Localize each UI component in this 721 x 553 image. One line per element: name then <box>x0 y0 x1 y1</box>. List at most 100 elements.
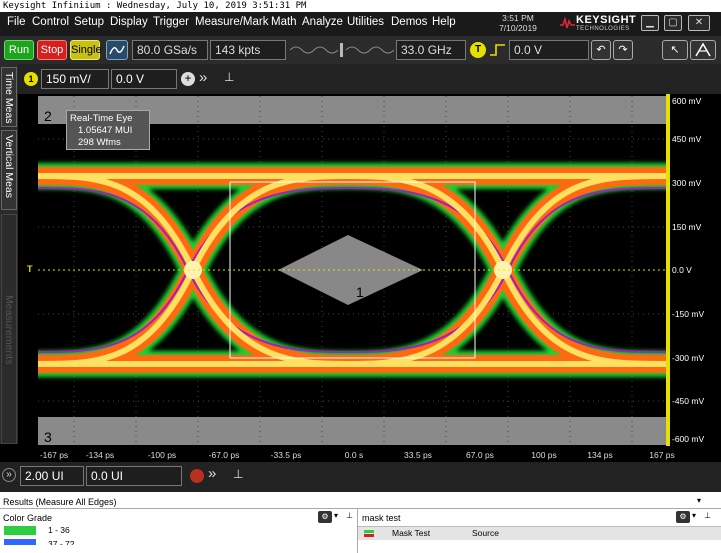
menu-help[interactable]: Help <box>432 16 456 28</box>
color-grade-dropdown-icon[interactable]: ▾ <box>334 511 338 520</box>
bandwidth-field[interactable]: 33.0 GHz <box>396 40 466 60</box>
autoscale-icon <box>109 45 125 55</box>
x-tick: -167 ps <box>39 450 69 460</box>
run-button[interactable]: Run <box>4 40 34 60</box>
timebase-position-field[interactable]: 0.0 UI <box>86 466 182 486</box>
window-title: Keysight Infiniium : Wednesday, July 10,… <box>0 0 721 12</box>
redo-button[interactable]: ↷ <box>613 40 633 60</box>
undo-icon: ↶ <box>596 44 606 56</box>
y-tick: 0.0 V <box>672 265 692 275</box>
timebase-scale-field[interactable]: 2.00 UI <box>20 466 84 486</box>
timebase-expand-icon[interactable]: » <box>2 468 16 482</box>
x-tick: 100 ps <box>531 450 557 460</box>
y-tick: 150 mV <box>672 222 702 232</box>
x-tick: 67.0 ps <box>466 450 494 460</box>
touch-button[interactable] <box>690 40 716 60</box>
tab-measurements[interactable]: Measurements <box>1 214 17 444</box>
timebase-chevron-icon[interactable]: » <box>208 465 216 482</box>
touch-gesture-icon <box>695 42 711 57</box>
minimize-icon: ▁ <box>646 17 654 28</box>
eye-info-title: Real-Time Eye <box>70 113 133 124</box>
x-tick: -134 ps <box>85 450 115 460</box>
color-grade-settings-icon[interactable]: ⚙ <box>318 511 332 523</box>
menu-file[interactable]: File <box>7 16 26 28</box>
results-divider <box>0 508 721 509</box>
clock-date: 7/10/2019 <box>499 23 537 33</box>
results-collapse-icon[interactable]: ▾ <box>692 495 706 507</box>
color-grade-title: Color Grade <box>3 513 53 523</box>
autoscale-button[interactable] <box>106 40 128 60</box>
mask-region-bottom <box>38 417 666 445</box>
eye-info-box: Real-Time Eye 1.05647 MUI 298 Wfms <box>66 110 150 150</box>
clock: 3:51 PM 7/10/2019 <box>488 13 548 33</box>
mask-test-pin-icon[interactable]: ⊥ <box>704 511 711 520</box>
restore-button[interactable]: ▢ <box>664 15 682 31</box>
mask-test-dropdown-icon[interactable]: ▾ <box>692 511 696 520</box>
trigger-level-field[interactable]: 0.0 V <box>509 40 589 60</box>
bandwidth-slider[interactable] <box>289 42 395 58</box>
trigger-edge-icon[interactable] <box>489 42 507 58</box>
mask-region-bottom-label: 3 <box>44 429 52 445</box>
color-grade-swatch <box>4 526 36 535</box>
menu-analyze[interactable]: Analyze <box>302 16 343 28</box>
x-tick: 0.0 s <box>344 450 364 460</box>
eye-info-mui: 1.05647 MUI <box>78 125 133 136</box>
menu-demos[interactable]: Demos <box>391 16 427 28</box>
add-channel-button[interactable]: + <box>181 72 195 86</box>
close-button[interactable]: ✕ <box>688 15 710 31</box>
menu-control[interactable]: Control <box>32 16 69 28</box>
single-button[interactable]: Single <box>70 40 102 60</box>
channel-scale-field[interactable]: 150 mV/ <box>41 69 109 89</box>
mask-test-column: Mask Test <box>392 528 431 538</box>
expand-chevron-icon[interactable]: » <box>199 69 207 86</box>
keysight-wave-icon <box>560 17 575 29</box>
tab-vertical-meas[interactable]: Vertical Meas <box>1 130 17 210</box>
mask-label: 1 <box>356 284 364 300</box>
color-grade-range: 37 - 72 <box>48 539 75 545</box>
x-tick: 167 ps <box>649 450 675 460</box>
minimize-button[interactable]: ▁ <box>641 15 659 31</box>
results-panel: Results (Measure All Edges) ▾ Color Grad… <box>0 492 721 553</box>
x-tick: -67.0 ps <box>208 450 240 460</box>
redo-icon: ↷ <box>618 44 628 56</box>
channel-badge[interactable]: 1 <box>24 72 38 86</box>
memory-depth-field[interactable]: 143 kpts <box>210 40 286 60</box>
menu-display[interactable]: Display <box>110 16 148 28</box>
timebase-delay-knob-icon[interactable] <box>190 469 204 483</box>
x-tick: 33.5 ps <box>404 450 432 460</box>
menu-trigger[interactable]: Trigger <box>153 16 189 28</box>
logo-sub: TECHNOLOGIES <box>576 26 630 32</box>
channel-offset-field[interactable]: 0.0 V <box>111 69 177 89</box>
close-icon: ✕ <box>694 17 704 28</box>
y-tick: -150 mV <box>672 309 705 319</box>
trigger-badge[interactable]: T <box>470 42 486 58</box>
channel-row: 1 150 mV/ 0.0 V + » ⊥ <box>0 64 721 94</box>
toolbar: Run Stop Single 80.0 GSa/s 143 kpts 33.0… <box>0 36 721 64</box>
bandwidth-wave-icon <box>289 43 395 57</box>
timebase-pin-icon[interactable]: ⊥ <box>233 467 243 481</box>
mask-test-panel-title: mask test <box>362 513 401 523</box>
results-header: Results (Measure All Edges) <box>3 497 117 507</box>
menu-setup[interactable]: Setup <box>74 16 104 28</box>
menu-measure-mark[interactable]: Measure/Mark <box>195 16 269 28</box>
tab-time-meas[interactable]: Time Meas <box>1 67 17 127</box>
menu-math[interactable]: Math <box>271 16 297 28</box>
stop-button[interactable]: Stop <box>37 40 67 60</box>
mask-test-table-header: Mask Test Source <box>358 526 721 540</box>
color-grade-pin-icon[interactable]: ⊥ <box>346 511 353 520</box>
pass-indicator-icon <box>364 530 374 533</box>
undo-button[interactable]: ↶ <box>591 40 611 60</box>
logo-brand: KEYSIGHT <box>576 14 637 26</box>
color-grade-swatch <box>4 539 36 545</box>
side-tabs: Time Meas Vertical Meas Measurements <box>0 64 18 444</box>
restore-icon: ▢ <box>668 17 678 28</box>
mask-test-settings-icon[interactable]: ⚙ <box>676 511 690 523</box>
pointer-button[interactable]: ↖ <box>662 40 688 60</box>
pin-icon[interactable]: ⊥ <box>224 70 234 84</box>
sample-rate-field[interactable]: 80.0 GSa/s <box>132 40 208 60</box>
clock-time: 3:51 PM <box>502 13 534 23</box>
waveform-display[interactable]: 2 3 1 Real-Time Eye 1.05647 MUI 298 Wfms <box>38 96 666 445</box>
y-tick: 450 mV <box>672 134 702 144</box>
menu-utilities[interactable]: Utilities <box>347 16 384 28</box>
trigger-marker[interactable]: T <box>27 264 33 274</box>
